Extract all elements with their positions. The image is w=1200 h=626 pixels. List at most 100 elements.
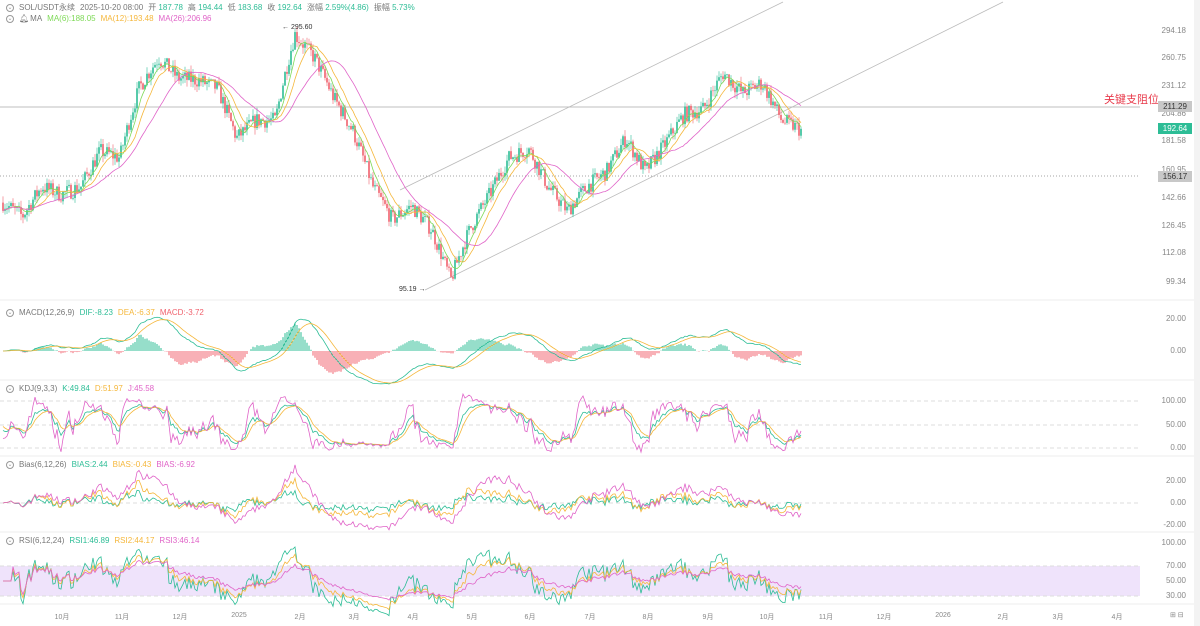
price-axis-label: 231.12 xyxy=(1161,81,1186,90)
datetime: 2025-10-20 08:00 xyxy=(80,3,144,12)
candle xyxy=(292,49,294,51)
candle xyxy=(244,127,246,131)
candle xyxy=(370,177,372,179)
ma12-value: MA(12):193.48 xyxy=(100,14,154,23)
candle xyxy=(444,256,446,258)
rsi-axis-label: 100.00 xyxy=(1161,538,1186,547)
candle xyxy=(226,104,228,114)
candle xyxy=(646,163,648,166)
candle xyxy=(762,88,764,90)
candle xyxy=(670,128,672,135)
rsi1-value: RSI1:46.89 xyxy=(69,536,110,545)
bias-label: Bias(6,12,26) xyxy=(19,460,67,469)
candle xyxy=(204,76,206,85)
candle xyxy=(784,122,786,124)
candle xyxy=(294,32,296,50)
candle xyxy=(486,193,488,204)
candle xyxy=(274,112,276,116)
bias-axis-label: 0.00 xyxy=(1170,498,1186,507)
candle xyxy=(386,203,388,209)
candle xyxy=(126,125,128,137)
candle xyxy=(546,185,548,190)
candle xyxy=(312,50,314,62)
candle xyxy=(794,122,796,130)
price-axis-label: 142.66 xyxy=(1161,193,1186,202)
price-axis-label: 260.75 xyxy=(1161,53,1186,62)
candle xyxy=(342,107,344,117)
collapse-icon[interactable]: ⌄ xyxy=(6,3,14,12)
candle xyxy=(582,186,584,189)
candle xyxy=(672,128,674,134)
candle xyxy=(40,190,42,192)
candle xyxy=(468,226,470,231)
candle xyxy=(2,202,4,211)
time-axis-label: 11月 xyxy=(114,614,130,621)
candle xyxy=(364,155,366,162)
candle xyxy=(352,125,354,130)
ma6-line xyxy=(2,41,802,270)
price-axis-label: 294.18 xyxy=(1161,26,1186,35)
candle xyxy=(132,112,134,120)
collapse-icon[interactable]: ⌄ xyxy=(6,460,14,469)
bias1-value: BIAS:2.44 xyxy=(71,460,108,469)
candle xyxy=(314,53,316,62)
time-axis-label: 3月 xyxy=(348,614,360,621)
candle xyxy=(624,136,626,148)
candle xyxy=(780,114,782,120)
price-axis-label: 126.45 xyxy=(1161,221,1186,230)
candle xyxy=(466,230,468,250)
time-axis-label: 12月 xyxy=(172,614,188,621)
candle xyxy=(318,57,320,72)
candle xyxy=(414,204,416,217)
candle xyxy=(768,91,770,98)
candle xyxy=(368,161,370,179)
candle xyxy=(170,71,172,72)
candle xyxy=(734,87,736,93)
collapse-icon[interactable]: ⌄ xyxy=(6,14,14,23)
candle xyxy=(350,126,352,130)
candle xyxy=(136,88,138,109)
candle xyxy=(390,209,392,222)
candle xyxy=(722,76,724,80)
candle xyxy=(302,44,304,48)
candle xyxy=(442,256,444,259)
candle xyxy=(142,83,144,90)
candle xyxy=(116,153,118,162)
dea-value: DEA:-6.37 xyxy=(117,308,155,317)
candle xyxy=(424,216,426,217)
candle xyxy=(494,177,496,185)
candle xyxy=(330,88,332,90)
candle xyxy=(22,213,24,218)
candle xyxy=(606,162,608,181)
bell-icon[interactable]: 🔔︎ xyxy=(19,14,29,23)
candle xyxy=(104,154,106,157)
collapse-icon[interactable]: ⌄ xyxy=(6,308,14,317)
candle xyxy=(522,152,524,157)
macd-value: MACD:-3.72 xyxy=(159,308,204,317)
candle xyxy=(296,32,298,43)
candle xyxy=(602,170,604,175)
candle xyxy=(752,83,754,85)
candle xyxy=(340,105,342,117)
d-value: D:51.97 xyxy=(94,384,123,393)
candle xyxy=(510,151,512,160)
candle xyxy=(484,203,486,205)
bias-axis-label: -20.00 xyxy=(1163,520,1186,529)
collapse-icon[interactable]: ⌄ xyxy=(6,536,14,545)
candle xyxy=(480,203,482,210)
scrollbar[interactable] xyxy=(1194,0,1200,626)
candle xyxy=(408,205,410,210)
candle xyxy=(594,173,596,175)
candle xyxy=(346,119,348,127)
candle xyxy=(712,90,714,92)
key-level-annotation: 关键支阻位 xyxy=(1104,94,1159,106)
candle xyxy=(578,191,580,199)
collapse-icon[interactable]: ⌄ xyxy=(6,384,14,393)
candle xyxy=(100,144,102,148)
zoom-controls[interactable]: ⊞ ⊟ xyxy=(1170,611,1184,619)
rsi3-value: RSI3:46.14 xyxy=(159,536,200,545)
candle xyxy=(140,81,142,84)
candle xyxy=(718,77,720,81)
candle xyxy=(88,173,90,176)
candle xyxy=(690,105,692,111)
